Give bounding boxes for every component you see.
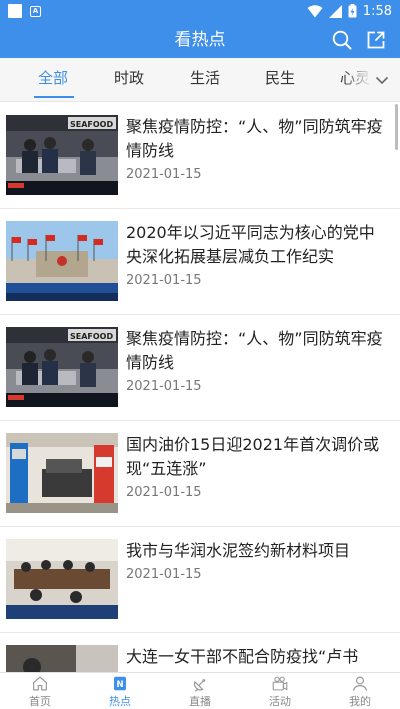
battery-icon bbox=[348, 4, 357, 18]
news-title: 我市与华润水泥签约新材料项目 bbox=[126, 541, 351, 560]
scrollbar[interactable] bbox=[395, 104, 398, 150]
news-date: 2021-01-15 bbox=[126, 379, 202, 394]
news-title: 聚焦疫情防控：“人、物”同防筑牢疫情防线 bbox=[126, 329, 383, 372]
news-thumbnail: SEAFOOD bbox=[6, 115, 118, 195]
status-bar: A 1:58 bbox=[0, 0, 400, 22]
nav-live[interactable]: 直播 bbox=[160, 673, 240, 709]
tab-more-button[interactable] bbox=[370, 58, 394, 101]
svg-text:SEAFOOD: SEAFOOD bbox=[70, 120, 113, 129]
chevron-down-icon bbox=[375, 76, 389, 85]
svg-text:SEAFOOD: SEAFOOD bbox=[70, 332, 113, 341]
tab-politics[interactable]: 时政 bbox=[114, 58, 144, 101]
app-header: 看热点 bbox=[0, 22, 400, 58]
news-date: 2021-01-15 bbox=[126, 273, 202, 288]
tab-life[interactable]: 生活 bbox=[190, 58, 220, 101]
svg-text:N: N bbox=[116, 680, 123, 690]
news-item[interactable]: SEAFOOD 聚焦疫情防控：“人、物”同防筑牢疫情防线 2021-01-15 bbox=[0, 315, 400, 421]
news-item[interactable]: 2020年以习近平同志为核心的党中央深化拓展基层减负工作纪实 2021-01-1… bbox=[0, 209, 400, 315]
status-time: 1:58 bbox=[362, 3, 392, 19]
news-title: 2020年以习近平同志为核心的党中央深化拓展基层减负工作纪实 bbox=[126, 223, 375, 266]
news-item[interactable]: SEAFOOD 聚焦疫情防控：“人、物”同防筑牢疫情防线 2021-01-15 bbox=[0, 103, 400, 209]
news-thumbnail bbox=[6, 539, 118, 619]
wifi-icon bbox=[307, 4, 323, 17]
news-icon: N bbox=[114, 676, 126, 691]
nav-activity[interactable]: 活动 bbox=[240, 673, 320, 709]
search-icon[interactable] bbox=[331, 29, 353, 51]
user-icon bbox=[353, 676, 367, 691]
notification-icon bbox=[8, 4, 22, 18]
active-tab-indicator bbox=[34, 96, 74, 98]
news-thumbnail bbox=[6, 645, 118, 672]
tab-livelihood[interactable]: 民生 bbox=[265, 58, 295, 101]
camera-icon bbox=[272, 676, 288, 691]
news-date: 2021-01-15 bbox=[126, 485, 202, 500]
bottom-nav: 首页 N 热点 直播 活动 我的 bbox=[0, 672, 400, 709]
home-icon bbox=[33, 676, 47, 691]
app-notification-icon: A bbox=[30, 5, 41, 17]
news-item[interactable]: 我市与华润水泥签约新材料项目 2021-01-15 bbox=[0, 527, 400, 633]
news-title: 聚焦疫情防控：“人、物”同防筑牢疫情防线 bbox=[126, 117, 383, 160]
news-thumbnail bbox=[6, 221, 118, 301]
broadcast-icon bbox=[193, 679, 206, 692]
news-date: 2021-01-15 bbox=[126, 167, 202, 182]
share-icon[interactable] bbox=[365, 29, 387, 51]
nav-home[interactable]: 首页 bbox=[0, 673, 80, 709]
nav-hot[interactable]: N 热点 bbox=[80, 673, 160, 709]
news-item[interactable]: 大连一女干部不配合防疫找“卢书 bbox=[0, 633, 400, 672]
news-title: 大连一女干部不配合防疫找“卢书 bbox=[126, 647, 359, 666]
news-item[interactable]: 国内油价15日迎2021年首次调价或现“五连涨” 2021-01-15 bbox=[0, 421, 400, 527]
news-title: 国内油价15日迎2021年首次调价或现“五连涨” bbox=[126, 435, 380, 478]
nav-mine[interactable]: 我的 bbox=[320, 673, 400, 709]
news-list: SEAFOOD 聚焦疫情防控：“人、物”同防筑牢疫情防线 2021-01-15 bbox=[0, 103, 400, 672]
news-date: 2021-01-15 bbox=[126, 567, 202, 582]
news-thumbnail bbox=[6, 433, 118, 513]
news-thumbnail: SEAFOOD bbox=[6, 327, 118, 407]
signal-icon bbox=[328, 4, 342, 18]
